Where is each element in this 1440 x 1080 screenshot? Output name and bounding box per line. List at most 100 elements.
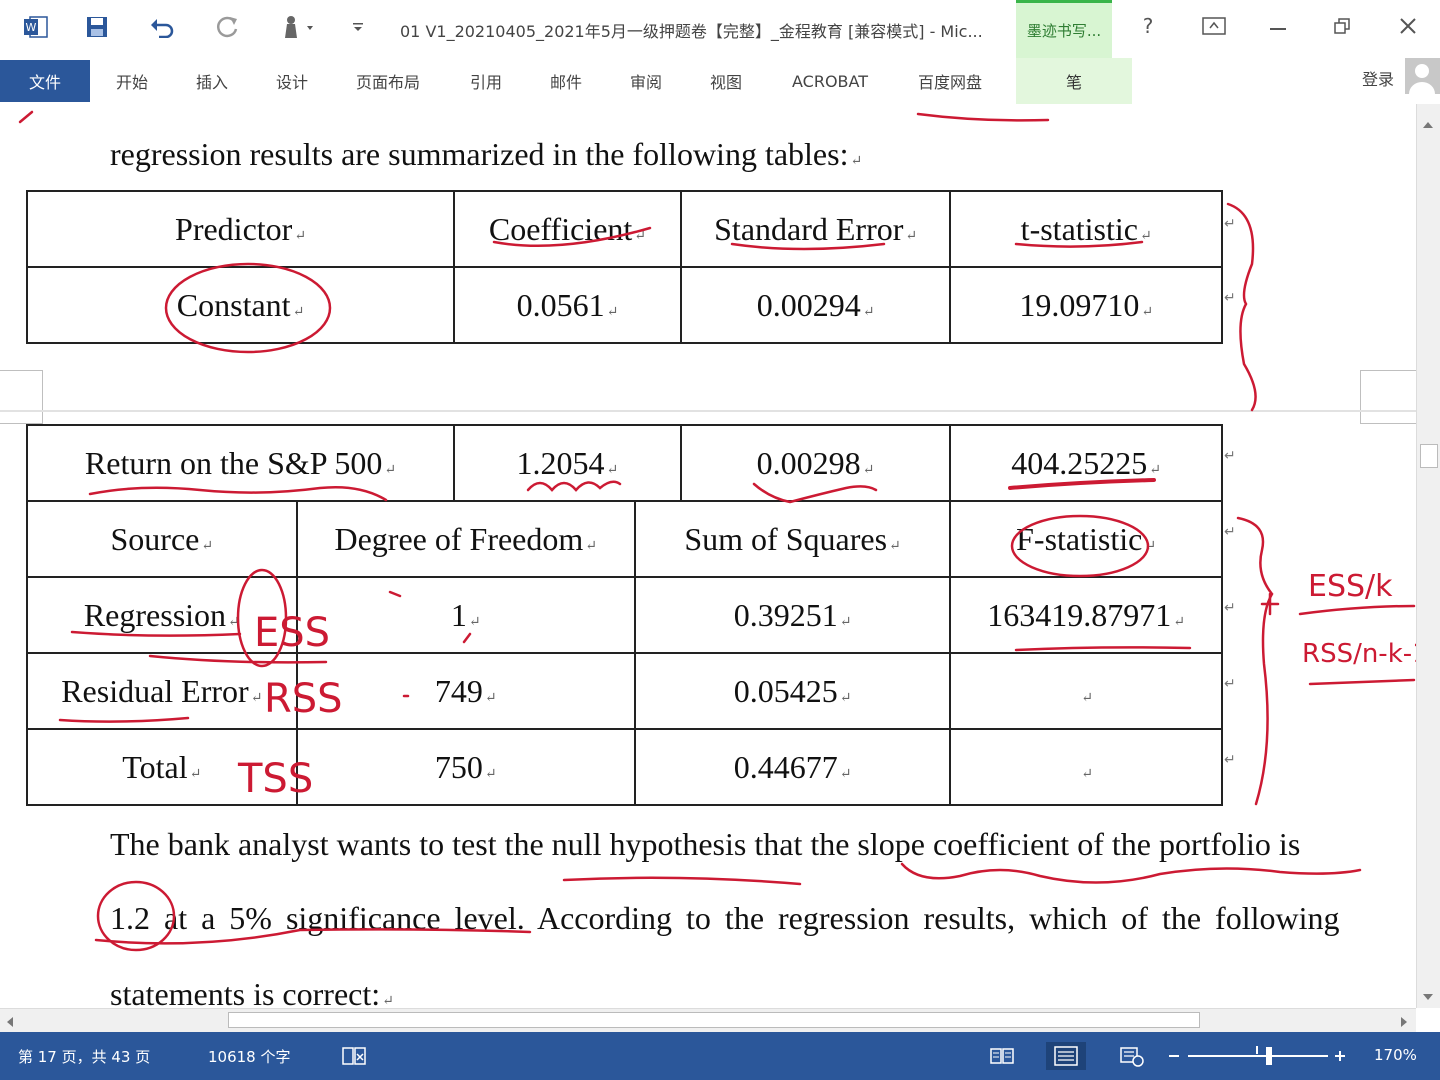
header-standard-error: Standard Error ↵ <box>679 190 952 268</box>
web-layout-icon[interactable] <box>1112 1042 1152 1070</box>
row-end-mark: ↵ <box>1224 448 1236 464</box>
ink-tools-tab[interactable]: 墨迹书写... <box>1016 0 1112 58</box>
touch-mode-icon[interactable] <box>274 10 320 44</box>
cell-df: 750 ↵ <box>295 728 636 806</box>
tab-baidu-netdisk[interactable]: 百度网盘 <box>918 60 982 102</box>
ink-underline-null-hypothesis <box>562 876 802 886</box>
table-row: Residual Error ↵ 749 ↵ 0.05425 ↵ ↵ <box>26 652 1223 730</box>
zoom-in-icon[interactable] <box>1328 1042 1352 1070</box>
tab-references[interactable]: 引用 <box>470 60 502 102</box>
tab-review[interactable]: 审阅 <box>630 60 662 102</box>
document-canvas[interactable]: regression results are summarized in the… <box>0 104 1416 1008</box>
cell-predictor: Constant ↵ <box>25 266 456 344</box>
word-icon-letter: W <box>26 21 37 34</box>
document-title: 01 V1_20210405_2021年5月一级押题卷【完整】_金程教育 [兼容… <box>400 22 983 41</box>
read-mode-icon[interactable] <box>982 1042 1022 1070</box>
scroll-down-icon[interactable] <box>1420 988 1436 1007</box>
zoom-slider-thumb[interactable] <box>1266 1047 1272 1065</box>
row-end-mark: ↵ <box>1224 290 1236 306</box>
user-avatar-icon[interactable] <box>1405 58 1440 94</box>
save-icon[interactable] <box>80 10 114 44</box>
cell-source: Regression ↵ <box>26 576 298 654</box>
vertical-scroll-thumb[interactable] <box>1420 444 1438 468</box>
ink-brace-table1 <box>1226 202 1257 412</box>
zoom-slider-center-tick <box>1256 1046 1258 1054</box>
cell-f: ↵ <box>949 728 1223 806</box>
ink-ratio-denominator: RSS/n-k-1 <box>1302 639 1416 669</box>
status-bar: 第 17 页，共 43 页 10618 个字 170% <box>0 1032 1440 1080</box>
ink-ratio-numerator: ESS/k <box>1308 569 1393 604</box>
ink-underline <box>916 112 1050 122</box>
help-button[interactable]: ? <box>1120 8 1176 44</box>
row-end-mark: ↵ <box>1224 524 1236 540</box>
header-t-statistic: t-statistic ↵ <box>949 190 1223 268</box>
scroll-left-icon[interactable] <box>4 1014 16 1033</box>
row-end-mark: ↵ <box>1224 600 1236 616</box>
tab-file[interactable]: 文件 <box>0 60 90 102</box>
cell-coefficient: 0.0561 ↵ <box>453 266 682 344</box>
word-app-icon[interactable]: W <box>18 10 54 44</box>
row-end-mark: ↵ <box>1224 676 1236 692</box>
zoom-out-icon[interactable] <box>1162 1042 1186 1070</box>
minimize-icon[interactable] <box>1250 8 1306 44</box>
row-end-mark: ↵ <box>1224 216 1236 232</box>
cell-predictor: Return on the S&P 500 ↵ <box>25 424 456 502</box>
tab-mailings[interactable]: 邮件 <box>550 60 582 102</box>
tab-pen[interactable]: 笔 <box>1016 58 1132 104</box>
question-line-3: statements is correct: ↵ <box>110 976 394 1008</box>
proofing-icon[interactable] <box>334 1042 374 1070</box>
tab-acrobat[interactable]: ACROBAT <box>792 60 868 102</box>
intro-paragraph: regression results are summarized in the… <box>110 136 863 172</box>
table-header-row: Source ↵ Degree of Freedom ↵ Sum of Square… <box>26 500 1223 578</box>
tab-home[interactable]: 开始 <box>116 60 148 102</box>
page-count[interactable]: 第 17 页，共 43 页 <box>18 1046 150 1067</box>
close-icon[interactable] <box>1380 8 1436 44</box>
restore-icon[interactable] <box>1314 8 1370 44</box>
vertical-scrollbar[interactable] <box>1416 104 1440 1008</box>
cell-source: Residual Error ↵ <box>26 652 298 730</box>
cell-coefficient: 1.2054 ↵ <box>453 424 682 502</box>
zoom-slider-track[interactable] <box>1188 1055 1328 1057</box>
tab-page-layout[interactable]: 页面布局 <box>356 60 420 102</box>
page-margin-corner <box>1360 370 1416 424</box>
ink-underline-ratio <box>1308 678 1416 686</box>
table-row: Constant ↵ 0.0561 ↵ 0.00294 ↵ 19.09710 ↵ <box>25 266 1223 344</box>
anova-table: Source ↵ Degree of Freedom ↵ Sum of Square… <box>26 500 1223 806</box>
horizontal-scroll-thumb[interactable] <box>228 1012 1200 1028</box>
cell-ss: 0.05425 ↵ <box>633 652 952 730</box>
cell-f: 163419.87971 ↵ <box>949 576 1223 654</box>
header-predictor: Predictor ↵ <box>25 190 456 268</box>
print-layout-icon[interactable] <box>1046 1042 1086 1070</box>
tab-insert[interactable]: 插入 <box>196 60 228 102</box>
cell-t-statistic: 404.25225 ↵ <box>949 424 1223 502</box>
cell-ss: 0.39251 ↵ <box>633 576 952 654</box>
zoom-level[interactable]: 170% <box>1374 1046 1417 1064</box>
ink-fraction-line <box>1298 604 1416 616</box>
cell-standard-error: 0.00294 ↵ <box>679 266 952 344</box>
redo-icon[interactable] <box>210 10 246 44</box>
row-end-mark: ↵ <box>1224 752 1236 768</box>
tab-view[interactable]: 视图 <box>710 60 742 102</box>
tab-design[interactable]: 设计 <box>276 60 308 102</box>
word-count[interactable]: 10618 个字 <box>208 1046 291 1067</box>
cell-f: ↵ <box>949 652 1223 730</box>
undo-icon[interactable] <box>144 10 180 44</box>
scroll-up-icon[interactable] <box>1420 116 1436 135</box>
horizontal-scrollbar[interactable] <box>0 1008 1416 1032</box>
table-row: Total ↵ 750 ↵ 0.44677 ↵ ↵ <box>26 728 1223 806</box>
ribbon-display-options-icon[interactable] <box>1186 8 1242 44</box>
ink-wavy-slope <box>900 862 1362 884</box>
header-source: Source ↵ <box>26 500 298 578</box>
title-bar: W 01 V1_20210405_2021年5月一级押题卷【完整】_金程教育 [… <box>0 0 1440 58</box>
table-row: Regression ↵ 1 ↵ 0.39251 ↵ 163419.87971 ↵ <box>26 576 1223 654</box>
sign-in-link[interactable]: 登录 <box>1362 66 1394 90</box>
question-line-2: 1.2 at a 5% significance level. Accordin… <box>110 900 1340 936</box>
cell-ss: 0.44677 ↵ <box>633 728 952 806</box>
header-sum-of-squares: Sum of Squares ↵ <box>633 500 952 578</box>
scroll-right-icon[interactable] <box>1398 1014 1410 1033</box>
ink-equals-mark <box>1260 592 1280 616</box>
coefficients-table-bottom: Return on the S&P 500 ↵ 1.2054 ↵ 0.00298 ↵ … <box>25 424 1223 502</box>
cell-t-statistic: 19.09710 ↵ <box>949 266 1223 344</box>
ink-brace-anova <box>1236 516 1274 806</box>
customize-qat-icon[interactable] <box>346 10 370 44</box>
